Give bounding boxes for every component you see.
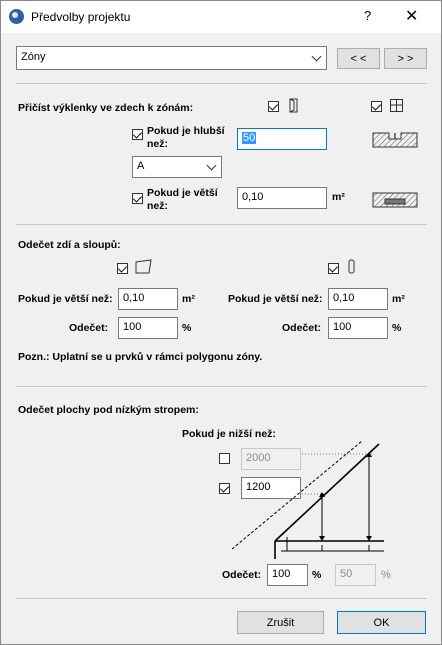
niche-area-label: Pokud je větší než: — [147, 187, 218, 212]
niche-mode-dropdown[interactable]: A — [132, 156, 222, 178]
niche-mode-value: A — [137, 160, 145, 172]
low-ceiling-diagram — [231, 440, 384, 559]
preset-value: Zóny — [21, 51, 46, 63]
ceiling-heading: Odečet plochy pod nízkým stropem: — [18, 404, 199, 416]
walls-deduct-input[interactable]: 100 — [118, 317, 178, 339]
wall-niche-icon — [289, 98, 298, 113]
separator — [16, 224, 427, 225]
column-icon — [348, 259, 355, 274]
niche-wall-checkbox[interactable] — [268, 101, 279, 112]
walls-deduct-unit: % — [182, 322, 192, 334]
columns-deduct-label: Odečet: — [282, 322, 322, 334]
niche-area-input[interactable]: 0,10 — [237, 187, 327, 209]
separator — [16, 386, 427, 387]
niche-area-checkbox[interactable] — [132, 193, 143, 204]
separator — [16, 598, 427, 599]
ceiling-lower-label: Pokud je nižší než: — [182, 428, 276, 440]
deduct-columns-checkbox[interactable] — [328, 263, 339, 274]
close-button[interactable]: ✕ — [405, 6, 418, 26]
walls-larger-label: Pokud je větší než: — [18, 293, 113, 305]
separator — [16, 83, 427, 84]
dialog-title: Předvolby projektu — [31, 10, 131, 24]
ceiling-deduct2-unit: % — [381, 569, 391, 581]
columns-deduct-unit: % — [392, 322, 402, 334]
walls-larger-input[interactable]: 0,10 — [118, 288, 178, 310]
walls-deduct-label: Odečet: — [69, 322, 109, 334]
chevron-down-icon — [311, 51, 322, 62]
window-niche-icon — [390, 99, 403, 112]
preset-dropdown[interactable]: Zóny — [16, 46, 327, 70]
niches-heading: Přičíst výklenky ve zdech k zónám: — [18, 102, 194, 114]
ceiling-deduct2-input[interactable]: 50 — [335, 564, 376, 586]
walls-larger-unit: m² — [182, 293, 195, 305]
columns-larger-unit: m² — [392, 293, 405, 305]
niche-depth-diagram — [372, 132, 418, 148]
title-bar: Předvolby projektu ? ✕ — [1, 1, 441, 33]
walls-note: Pozn.: Uplatní se u prvků v rámci polygo… — [18, 351, 263, 363]
niche-area-diagram — [372, 192, 418, 208]
prev-preset-button[interactable]: < < — [337, 48, 380, 69]
cancel-button[interactable]: Zrušit — [237, 611, 324, 634]
next-preset-button[interactable]: > > — [384, 48, 427, 69]
niche-window-checkbox[interactable] — [371, 101, 382, 112]
walls-heading: Odečet zdí a sloupů: — [18, 239, 121, 251]
niche-depth-checkbox[interactable] — [132, 129, 143, 140]
help-button[interactable]: ? — [364, 8, 371, 23]
niche-depth-value: 50 — [242, 132, 257, 144]
niche-depth-label: Pokud je hlubší než: — [147, 125, 225, 150]
niche-area-unit: m² — [332, 191, 345, 203]
columns-larger-input[interactable]: 0,10 — [328, 288, 388, 310]
columns-deduct-input[interactable]: 100 — [328, 317, 388, 339]
ceiling-deduct-label: Odečet: — [222, 569, 262, 581]
niche-depth-input[interactable]: 50 — [237, 128, 327, 150]
deduct-walls-checkbox[interactable] — [117, 263, 128, 274]
wall-icon — [135, 259, 152, 274]
ceiling-deduct1-input[interactable]: 100 — [267, 564, 308, 586]
project-preferences-dialog: Předvolby projektu ? ✕ Zóny < < > > Přič… — [0, 0, 442, 645]
columns-larger-label: Pokud je větší než: — [228, 293, 323, 305]
ceiling-deduct1-unit: % — [312, 569, 322, 581]
ok-button[interactable]: OK — [337, 611, 426, 634]
chevron-down-icon — [206, 160, 217, 171]
app-icon — [9, 9, 24, 24]
